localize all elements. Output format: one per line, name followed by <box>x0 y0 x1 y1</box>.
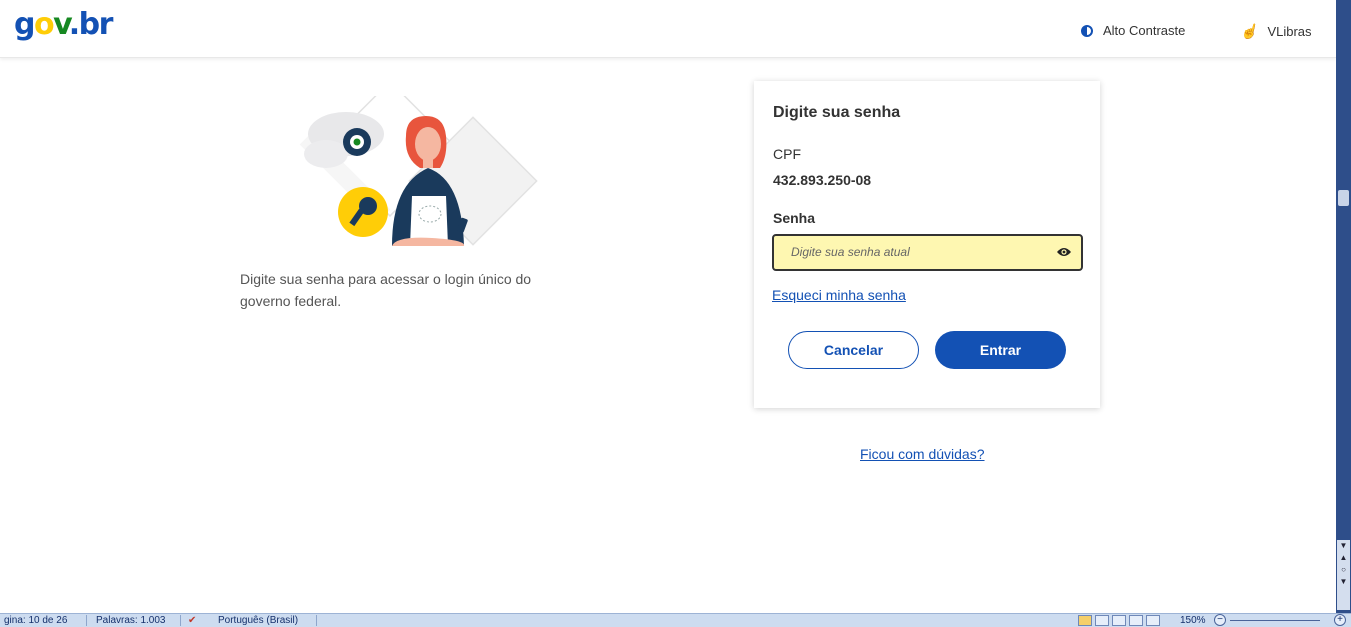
header: gov.br Alto Contraste ☝ VLibras <box>0 0 1336 58</box>
zoom-out-icon[interactable]: − <box>1214 614 1226 626</box>
high-contrast-label: Alto Contraste <box>1103 23 1186 38</box>
enter-button[interactable]: Entrar <box>935 331 1066 369</box>
view-buttons <box>1078 615 1173 626</box>
status-separator <box>86 615 87 626</box>
cloud-shape-small <box>304 140 348 168</box>
full-screen-view-icon[interactable] <box>1095 615 1109 626</box>
contrast-icon <box>1081 24 1093 37</box>
password-field[interactable] <box>772 234 1083 271</box>
status-separator <box>316 615 317 626</box>
card-title: Digite sua senha <box>773 104 901 121</box>
word-statusbar: gina: 10 de 26 Palavras: 1.003 ✔ Portugu… <box>0 613 1351 627</box>
status-language[interactable]: Português (Brasil) <box>218 614 298 627</box>
draft-view-icon[interactable] <box>1146 615 1160 626</box>
vlibras-button[interactable]: ☝ VLibras <box>1240 23 1312 40</box>
print-layout-view-icon[interactable] <box>1078 615 1092 626</box>
cpf-value: 432.893.250-08 <box>773 172 872 188</box>
scrollbar-thumb[interactable] <box>1338 190 1349 206</box>
vertical-scrollbar[interactable]: ▼ ▲ ○ ▼ <box>1336 0 1351 613</box>
zoom-level[interactable]: 150% <box>1180 614 1206 627</box>
status-page-count[interactable]: gina: 10 de 26 <box>4 614 67 627</box>
lock-circle-icon <box>343 128 371 156</box>
login-description: Digite sua senha para acessar o login ún… <box>240 271 532 309</box>
cpf-label: CPF <box>773 146 801 162</box>
password-illustration <box>299 96 538 246</box>
forgot-password-link[interactable]: Esqueci minha senha <box>772 287 906 303</box>
govbr-logo[interactable]: gov.br <box>14 7 113 42</box>
help-link[interactable]: Ficou com dúvidas? <box>860 446 985 462</box>
next-page-icon[interactable]: ▼ <box>1337 576 1350 588</box>
password-input[interactable] <box>791 245 1041 259</box>
scrollbar-browse-buttons: ▼ ▲ ○ ▼ <box>1337 540 1350 610</box>
outline-view-icon[interactable] <box>1129 615 1143 626</box>
password-label: Senha <box>773 210 816 226</box>
key-circle-icon <box>338 187 388 237</box>
page: gov.br Alto Contraste ☝ VLibras Digite s… <box>0 0 1351 627</box>
password-card: Digite sua senha CPF 432.893.250-08 Senh… <box>754 81 1100 408</box>
scroll-down-arrow-icon[interactable]: ▼ <box>1337 540 1350 552</box>
status-word-count[interactable]: Palavras: 1.003 <box>96 614 166 627</box>
status-separator <box>180 615 181 626</box>
cancel-button[interactable]: Cancelar <box>788 331 919 369</box>
high-contrast-button[interactable]: Alto Contraste <box>1081 23 1185 38</box>
previous-page-icon[interactable]: ▲ <box>1337 552 1350 564</box>
zoom-slider[interactable] <box>1230 620 1320 621</box>
sign-language-icon: ☝ <box>1240 23 1258 39</box>
vlibras-label: VLibras <box>1267 24 1312 39</box>
web-layout-view-icon[interactable] <box>1112 615 1126 626</box>
zoom-in-icon[interactable]: + <box>1334 614 1346 626</box>
spelling-check-icon[interactable]: ✔ <box>188 614 196 627</box>
browse-object-icon[interactable]: ○ <box>1337 564 1350 576</box>
eye-icon[interactable] <box>1057 247 1071 257</box>
